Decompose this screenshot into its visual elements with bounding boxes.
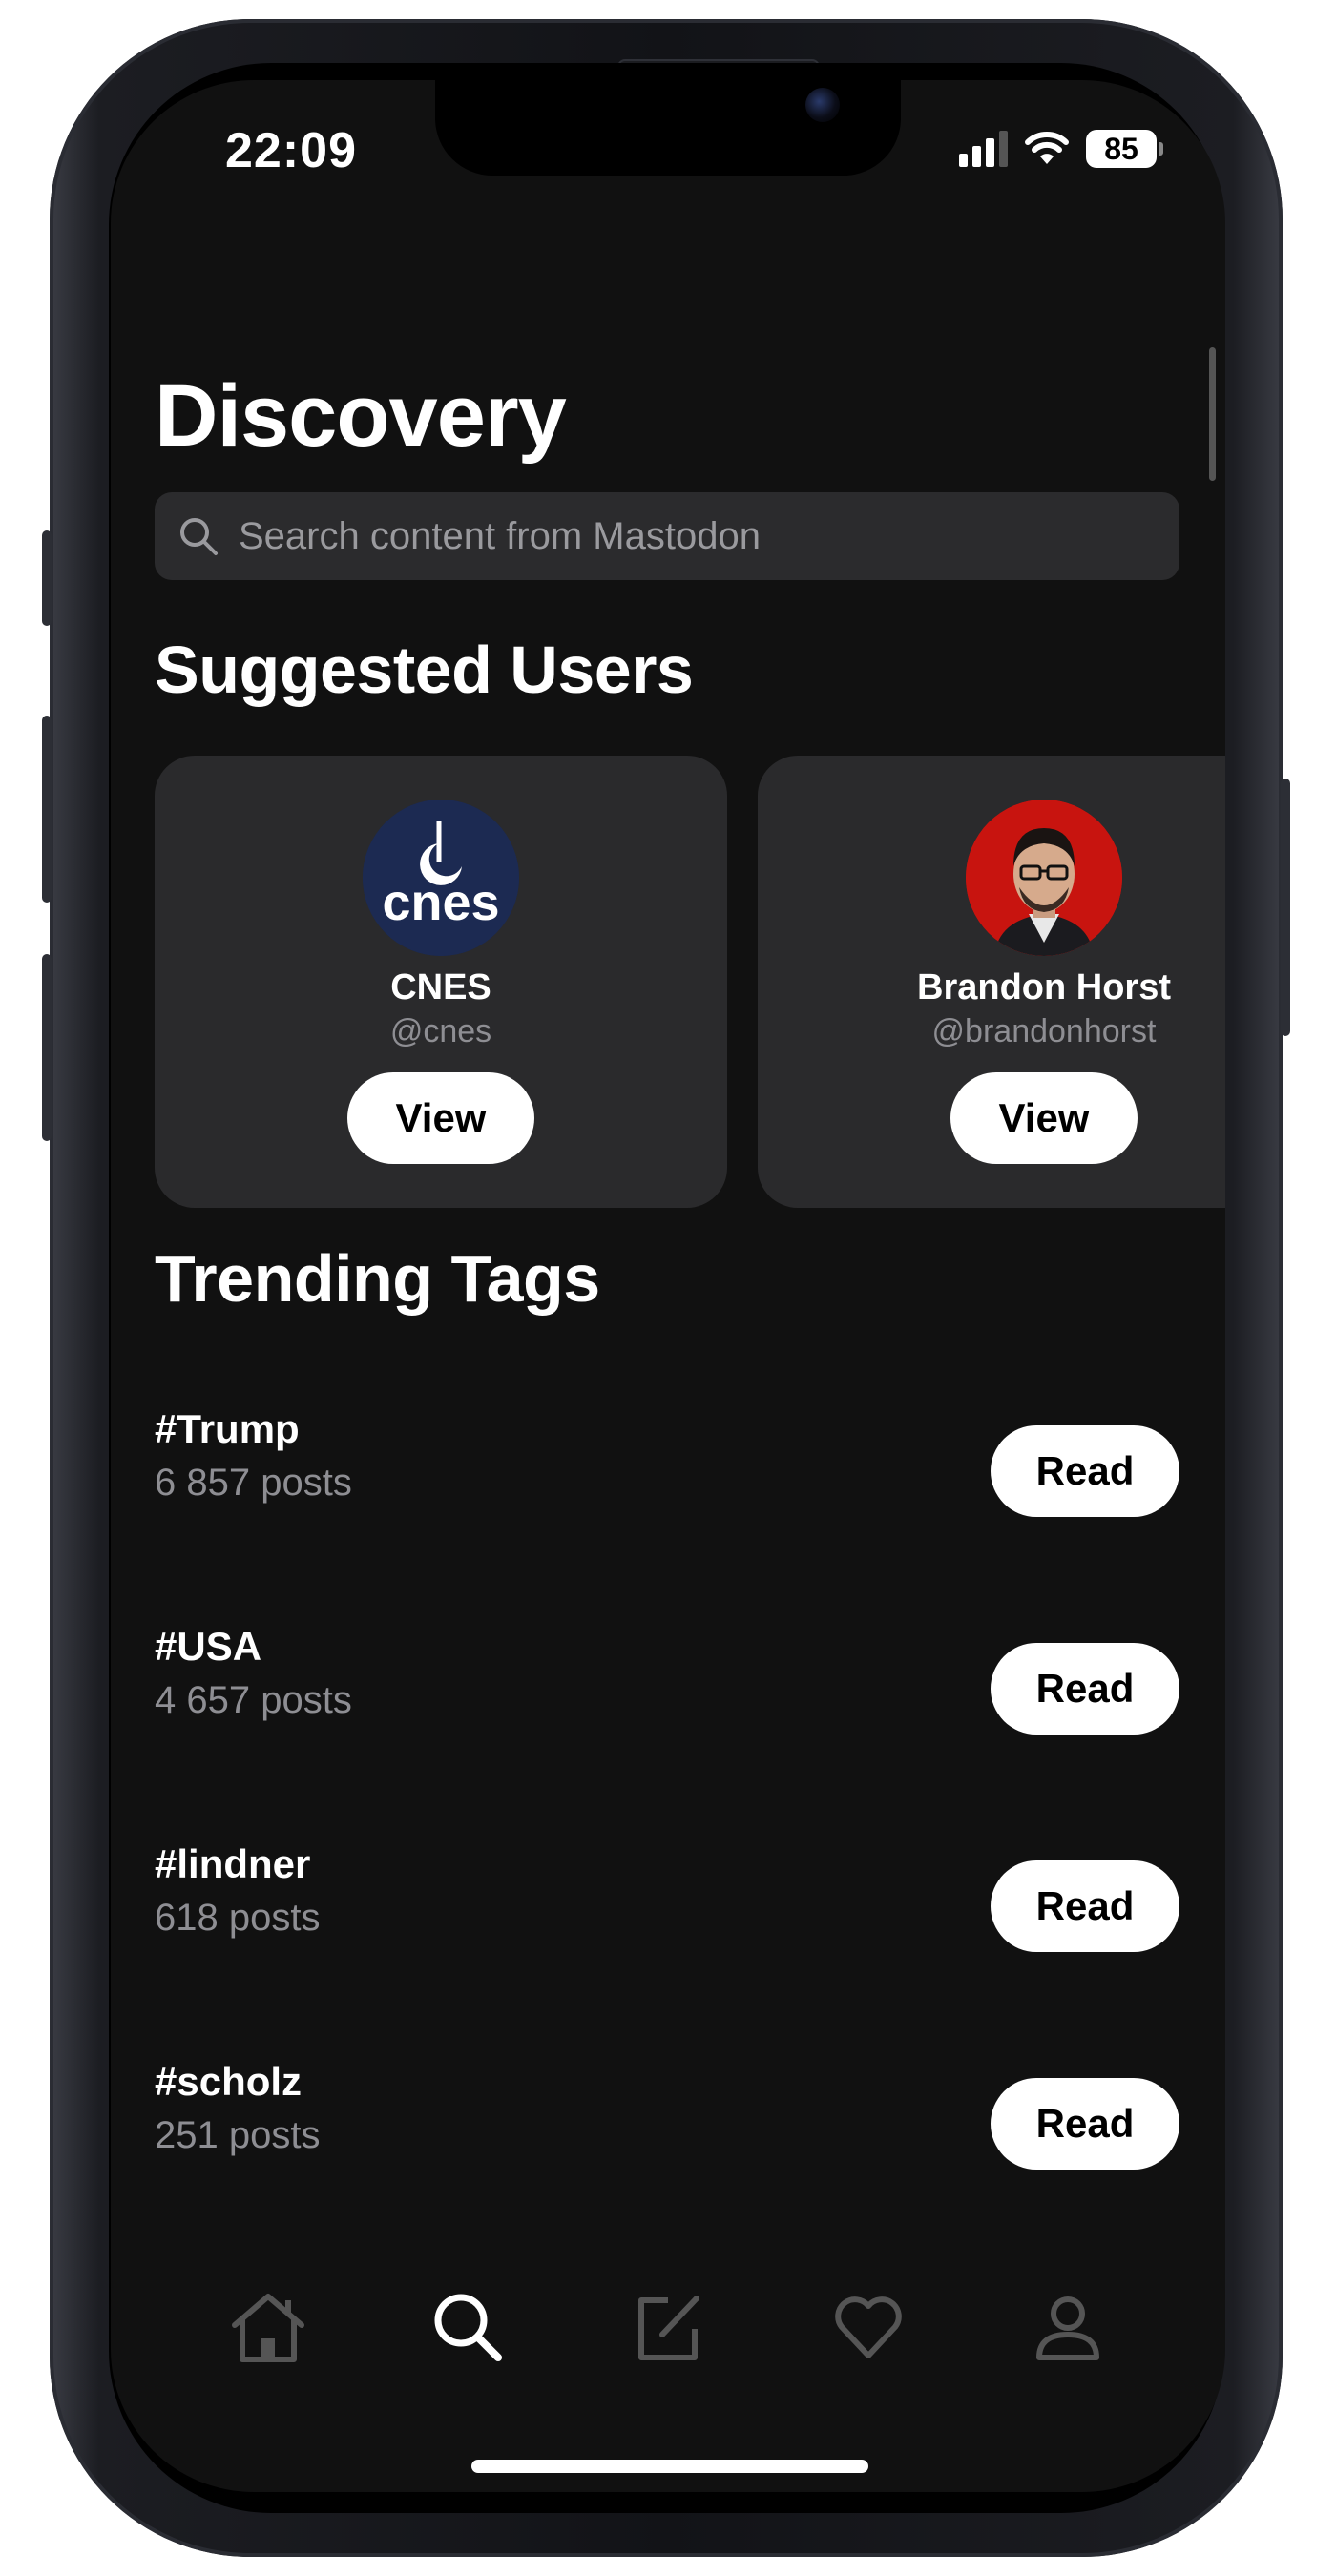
search-bar[interactable] xyxy=(155,492,1179,580)
search-icon xyxy=(180,518,218,555)
user-name: CNES xyxy=(390,967,491,1008)
search-icon xyxy=(434,2294,503,2361)
status-icons: 85 xyxy=(959,130,1163,168)
tag-post-count: 4 657 posts xyxy=(155,1679,352,1721)
volume-up-button xyxy=(42,716,52,903)
view-button[interactable]: View xyxy=(347,1072,534,1164)
tag-post-count: 618 posts xyxy=(155,1897,321,1939)
cellular-signal-icon xyxy=(959,131,1008,167)
tag-name: #USA xyxy=(155,1624,262,1669)
dynamic-island xyxy=(435,80,901,176)
profile-icon xyxy=(1036,2296,1100,2360)
volume-down-button xyxy=(42,954,52,1141)
tab-compose[interactable] xyxy=(616,2275,720,2379)
trending-tags-heading: Trending Tags xyxy=(155,1241,600,1316)
user-card-brandon-horst[interactable]: Brandon Horst @brandonhorst View xyxy=(758,756,1225,1208)
home-icon xyxy=(231,2294,304,2362)
tag-row[interactable]: #lindner 618 posts Read xyxy=(155,1841,1179,1956)
tag-post-count: 6 857 posts xyxy=(155,1462,352,1504)
user-card-cnes[interactable]: cnes CNES @cnes View xyxy=(155,756,727,1208)
page-title: Discovery xyxy=(155,367,567,465)
silent-switch xyxy=(42,530,52,626)
read-button[interactable]: Read xyxy=(991,1425,1179,1517)
heart-icon xyxy=(834,2296,902,2358)
suggested-users-heading: Suggested Users xyxy=(155,633,694,707)
home-indicator[interactable] xyxy=(471,2460,868,2473)
tag-post-count: 251 posts xyxy=(155,2114,321,2156)
tag-row[interactable]: #USA 4 657 posts Read xyxy=(155,1624,1179,1738)
user-name: Brandon Horst xyxy=(917,967,1171,1008)
scrollbar[interactable] xyxy=(1209,347,1216,481)
tag-name: #lindner xyxy=(155,1841,311,1886)
avatar: cnes xyxy=(363,800,519,956)
power-button xyxy=(1281,779,1290,1036)
person-portrait-icon xyxy=(966,800,1122,956)
tab-home[interactable] xyxy=(216,2275,321,2379)
tab-bar xyxy=(111,2275,1225,2389)
search-input[interactable] xyxy=(237,513,1099,559)
user-handle: @brandonhorst xyxy=(931,1013,1157,1049)
read-button[interactable]: Read xyxy=(991,1643,1179,1735)
read-button[interactable]: Read xyxy=(991,1860,1179,1952)
tab-profile[interactable] xyxy=(1015,2275,1120,2379)
tag-row[interactable]: #Trump 6 857 posts Read xyxy=(155,1406,1179,1521)
avatar xyxy=(966,800,1122,956)
tag-name: #Trump xyxy=(155,1406,300,1451)
tag-row[interactable]: #scholz 251 posts Read xyxy=(155,2059,1179,2173)
tab-search[interactable] xyxy=(415,2275,520,2379)
view-button[interactable]: View xyxy=(950,1072,1138,1164)
tag-name: #scholz xyxy=(155,2059,303,2104)
svg-text:cnes: cnes xyxy=(382,874,499,931)
battery-icon: 85 xyxy=(1086,130,1163,168)
status-time: 22:09 xyxy=(225,123,357,178)
user-handle: @cnes xyxy=(389,1013,492,1049)
screen: 22:09 85 Discovery Suggested Users cnes xyxy=(111,80,1225,2492)
front-camera xyxy=(805,88,840,122)
tab-favorites[interactable] xyxy=(816,2275,921,2379)
compose-icon xyxy=(637,2296,699,2360)
read-button[interactable]: Read xyxy=(991,2078,1179,2170)
cnes-logo-icon: cnes xyxy=(363,800,519,956)
wifi-icon xyxy=(1025,132,1069,164)
